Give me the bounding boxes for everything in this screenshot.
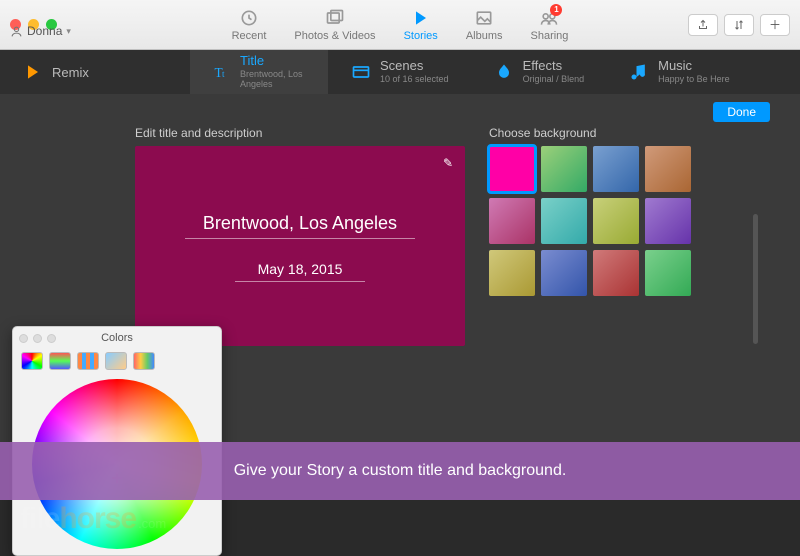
tab-effects[interactable]: Effects Original / Blend xyxy=(471,50,607,94)
nav-sharing[interactable]: 1 Sharing xyxy=(531,8,569,42)
background-grid xyxy=(489,146,770,296)
story-title-input[interactable]: Brentwood, Los Angeles xyxy=(185,211,415,239)
color-picker-header: Colors xyxy=(13,327,221,349)
sort-icon xyxy=(733,19,745,31)
done-button[interactable]: Done xyxy=(713,102,770,122)
tab-music-sub: Happy to Be Here xyxy=(658,74,730,84)
edit-pencil-icon[interactable]: ✎ xyxy=(443,156,453,170)
editor-tabstrip: Remix Tt Title Brentwood, Los Angeles Sc… xyxy=(0,50,800,94)
background-option[interactable] xyxy=(645,198,691,244)
background-option[interactable] xyxy=(541,146,587,192)
panel-minimize-button[interactable] xyxy=(33,334,42,343)
chevron-down-icon: ▾ xyxy=(66,26,71,37)
background-option[interactable] xyxy=(541,250,587,296)
content-area: Done Edit title and description ✎ Brentw… xyxy=(0,94,800,500)
watermark-part1: file xyxy=(20,502,59,535)
watermark-domain: .com xyxy=(138,516,166,531)
story-date-input[interactable]: May 18, 2015 xyxy=(235,259,365,282)
music-icon xyxy=(628,61,650,83)
edit-title-label: Edit title and description xyxy=(135,126,465,140)
color-pencils-tab[interactable] xyxy=(133,352,155,370)
tab-music[interactable]: Music Happy to Be Here xyxy=(606,50,752,94)
background-option[interactable] xyxy=(489,250,535,296)
done-bar: Done xyxy=(0,94,800,126)
color-picker-title: Colors xyxy=(101,332,133,344)
nav-photos-videos[interactable]: Photos & Videos xyxy=(294,8,375,42)
tab-music-label: Music xyxy=(658,59,730,74)
nav-sharing-label: Sharing xyxy=(531,30,569,42)
tab-remix[interactable]: Remix xyxy=(0,50,190,94)
tab-scenes-sub: 10 of 16 selected xyxy=(380,74,449,84)
color-wheel-tab[interactable] xyxy=(21,352,43,370)
caption-text: Give your Story a custom title and backg… xyxy=(234,462,567,480)
title-editor-column: Edit title and description ✎ Brentwood, … xyxy=(135,126,465,346)
tab-title-sub: Brentwood, Los Angeles xyxy=(240,69,306,90)
panel-zoom-button[interactable] xyxy=(47,334,56,343)
nav-stories-label: Stories xyxy=(404,30,438,42)
background-option[interactable] xyxy=(645,146,691,192)
stories-icon xyxy=(411,8,431,28)
color-sliders-tab[interactable] xyxy=(49,352,71,370)
sharing-notification-badge: 1 xyxy=(550,4,562,16)
tab-remix-label: Remix xyxy=(52,65,89,80)
color-picker-mode-tabs xyxy=(13,349,221,373)
background-option-selected-color[interactable] xyxy=(489,146,535,192)
user-menu[interactable]: Donna ▾ xyxy=(10,24,71,38)
panel-close-button[interactable] xyxy=(19,334,28,343)
user-name: Donna xyxy=(27,24,62,38)
background-scrollbar[interactable] xyxy=(753,214,758,344)
remix-icon xyxy=(22,61,44,83)
top-navigation: Recent Photos & Videos Stories Albums 1 … xyxy=(232,8,569,42)
tab-title[interactable]: Tt Title Brentwood, Los Angeles xyxy=(190,50,328,94)
nav-stories[interactable]: Stories xyxy=(404,8,438,42)
share-icon xyxy=(697,19,709,31)
titlebar-actions: ＋ xyxy=(688,14,790,36)
background-option[interactable] xyxy=(489,198,535,244)
plus-icon: ＋ xyxy=(769,16,781,33)
scenes-icon xyxy=(350,61,372,83)
recent-icon xyxy=(239,8,259,28)
albums-icon xyxy=(474,8,494,28)
color-image-tab[interactable] xyxy=(105,352,127,370)
user-icon xyxy=(10,25,23,38)
background-option[interactable] xyxy=(593,198,639,244)
background-option[interactable] xyxy=(541,198,587,244)
tab-title-label: Title xyxy=(240,54,306,69)
caption-footer: Give your Story a custom title and backg… xyxy=(0,442,800,500)
tab-effects-sub: Original / Blend xyxy=(523,74,585,84)
nav-recent[interactable]: Recent xyxy=(232,8,267,42)
choose-background-label: Choose background xyxy=(489,126,770,140)
nav-albums-label: Albums xyxy=(466,30,503,42)
add-button[interactable]: ＋ xyxy=(760,14,790,36)
share-button[interactable] xyxy=(688,14,718,36)
background-chooser-column: Choose background xyxy=(489,126,770,346)
effects-icon xyxy=(493,61,515,83)
tab-effects-label: Effects xyxy=(523,59,585,74)
watermark-part2: horse xyxy=(59,502,136,535)
tab-scenes[interactable]: Scenes 10 of 16 selected xyxy=(328,50,471,94)
title-icon: Tt xyxy=(212,61,232,83)
sort-button[interactable] xyxy=(724,14,754,36)
nav-recent-label: Recent xyxy=(232,30,267,42)
nav-photos-label: Photos & Videos xyxy=(294,30,375,42)
background-option[interactable] xyxy=(593,250,639,296)
watermark: filehorse.com xyxy=(20,502,166,536)
window-titlebar: Donna ▾ Recent Photos & Videos Stories A… xyxy=(0,0,800,50)
title-card[interactable]: ✎ Brentwood, Los Angeles May 18, 2015 xyxy=(135,146,465,346)
nav-albums[interactable]: Albums xyxy=(466,8,503,42)
color-palettes-tab[interactable] xyxy=(77,352,99,370)
background-option[interactable] xyxy=(645,250,691,296)
tab-scenes-label: Scenes xyxy=(380,59,449,74)
svg-text:t: t xyxy=(222,69,225,79)
photos-icon xyxy=(325,8,345,28)
background-option[interactable] xyxy=(593,146,639,192)
